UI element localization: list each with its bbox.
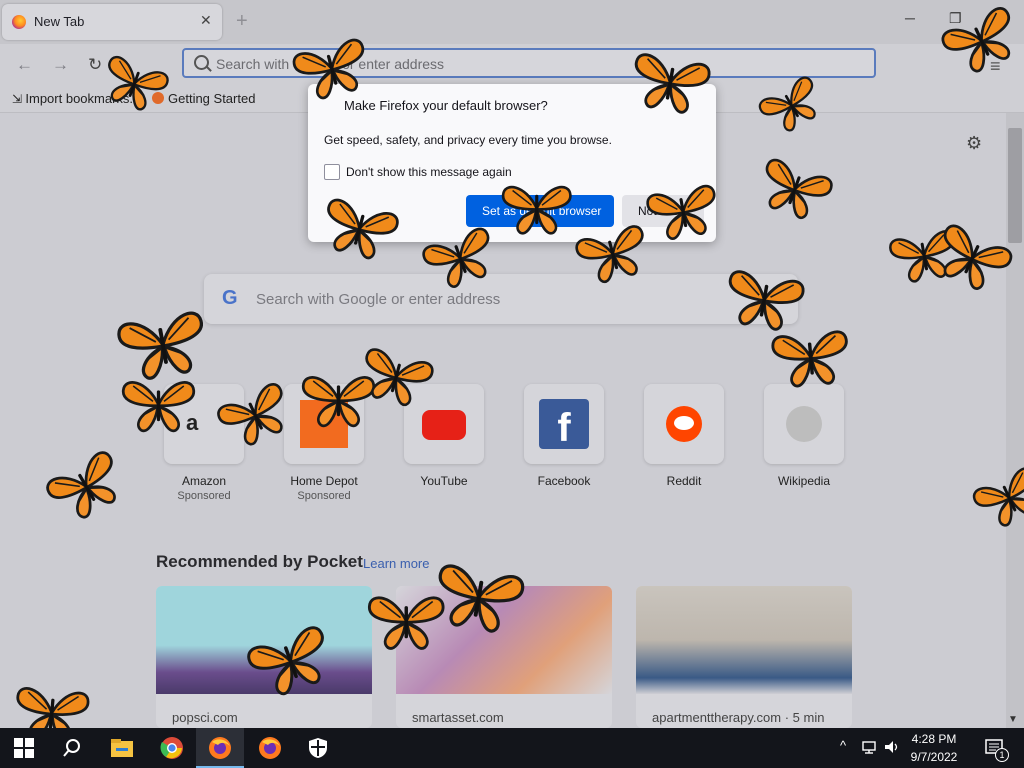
- tile-label: YouTube: [420, 474, 468, 488]
- dialog-title: Make Firefox your default browser?: [344, 98, 548, 113]
- start-icon[interactable]: [14, 738, 34, 758]
- network-icon[interactable]: [862, 739, 878, 760]
- tile-label: Wikipedia: [777, 474, 831, 488]
- card-source: popsci.com: [172, 710, 238, 725]
- tile-reddit[interactable]: [644, 384, 724, 464]
- tray-chevron-icon[interactable]: ^: [840, 738, 846, 753]
- volume-icon[interactable]: [884, 739, 900, 760]
- tile-wikipedia[interactable]: [764, 384, 844, 464]
- tile-label: Facebook: [537, 474, 591, 488]
- checkbox-label: Don't show this message again: [346, 165, 512, 179]
- facebook-icon: f: [539, 399, 589, 450]
- bookmark-label: Getting Started: [168, 91, 256, 106]
- card-source: smartasset.com: [412, 710, 504, 725]
- butterfly-icon: [120, 375, 197, 434]
- google-icon: G: [222, 287, 238, 309]
- dialog-subtitle: Get speed, safety, and privacy every tim…: [324, 133, 612, 147]
- pocket-card[interactable]: apartmenttherapy.com · 5 min: [636, 586, 852, 728]
- tile-label: Amazon: [181, 474, 227, 488]
- chrome-icon[interactable]: [160, 736, 184, 760]
- search-icon: [194, 55, 209, 70]
- minimize-button[interactable]: ─: [905, 10, 915, 26]
- search-icon[interactable]: [62, 738, 82, 758]
- firefox-icon: [12, 15, 26, 29]
- notification-count: 1: [995, 748, 1009, 762]
- security-icon[interactable]: [306, 736, 330, 760]
- forward-button[interactable]: →: [52, 55, 69, 75]
- reload-button[interactable]: ↻: [88, 55, 102, 75]
- youtube-icon: [422, 410, 466, 440]
- pocket-heading: Recommended by Pocket: [156, 552, 363, 571]
- card-source: apartmenttherapy.com · 5 min: [652, 710, 825, 725]
- dont-show-checkbox[interactable]: [324, 164, 340, 180]
- tile-label: Home Depot: [290, 474, 358, 488]
- butterfly-icon: [500, 180, 574, 237]
- learn-more-link[interactable]: Learn more: [363, 556, 429, 571]
- import-icon: ⇲: [12, 92, 26, 106]
- bookmark-getting-started[interactable]: Getting Started: [152, 91, 255, 106]
- gear-icon[interactable]: ⚙: [966, 133, 982, 154]
- address-bar[interactable]: Search with Google or enter address: [182, 48, 876, 78]
- wikipedia-icon: [786, 406, 822, 442]
- firefox-icon[interactable]: [208, 736, 232, 760]
- page-search-box[interactable]: G Search with Google or enter address: [204, 274, 798, 324]
- new-tab-button[interactable]: +: [236, 10, 248, 33]
- tile-sponsored: Sponsored: [297, 490, 351, 502]
- firefox-icon[interactable]: [258, 736, 282, 760]
- reddit-face: [674, 416, 694, 430]
- card-image: [636, 586, 852, 694]
- tile-facebook[interactable]: f: [524, 384, 604, 464]
- butterfly-icon: [768, 323, 854, 392]
- file-explorer-icon[interactable]: [110, 736, 134, 760]
- tab-new-tab[interactable]: New Tab ✕: [2, 4, 222, 40]
- clock-date[interactable]: 9/7/2022: [904, 750, 964, 764]
- tile-label: Reddit: [666, 474, 702, 488]
- scroll-down-icon[interactable]: ▼: [1008, 714, 1018, 725]
- notification-icon[interactable]: 1: [984, 738, 1009, 762]
- clock-time[interactable]: 4:28 PM: [904, 732, 964, 746]
- scrollbar-thumb[interactable]: [1008, 128, 1022, 243]
- page-search-placeholder: Search with Google or enter address: [256, 291, 501, 308]
- tab-title: New Tab: [34, 14, 85, 29]
- tile-sponsored: Sponsored: [177, 490, 231, 502]
- back-button[interactable]: ←: [16, 55, 33, 75]
- close-tab-icon[interactable]: ✕: [200, 12, 212, 29]
